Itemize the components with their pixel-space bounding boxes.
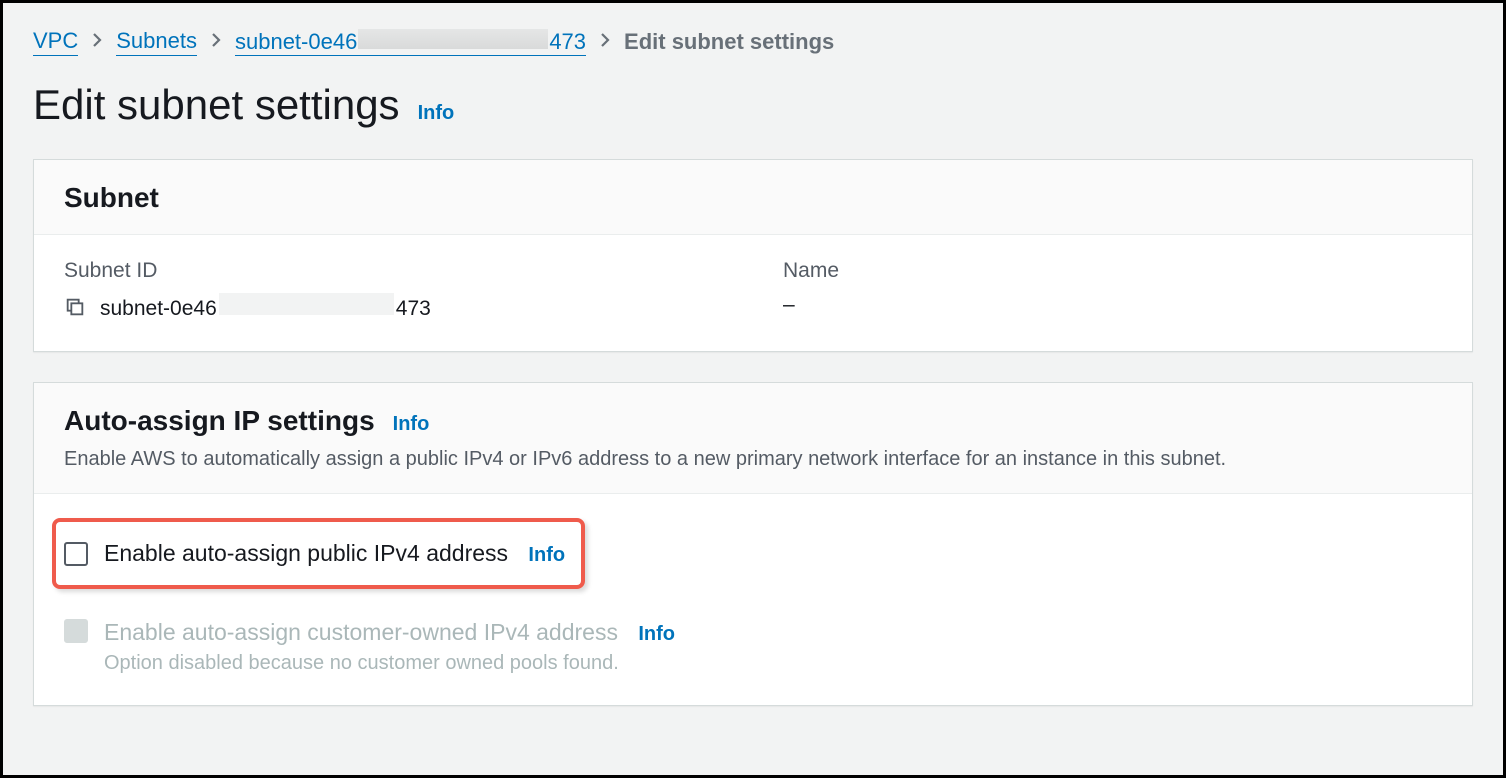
breadcrumb-vpc-link[interactable]: VPC	[33, 28, 78, 56]
subnet-panel-body: Subnet ID subnet-0e46 473	[34, 235, 1472, 351]
customer-owned-ipv4-row: Enable auto-assign customer-owned IPv4 a…	[64, 619, 1442, 675]
page-title-row: Edit subnet settings Info	[33, 81, 1473, 129]
chevron-right-icon	[92, 32, 102, 53]
subnet-id-field: Subnet ID subnet-0e46 473	[64, 259, 723, 321]
ip-settings-panel-body: Enable auto-assign public IPv4 address I…	[34, 494, 1472, 705]
chevron-right-icon	[600, 32, 610, 53]
enable-customer-ipv4-info-link[interactable]: Info	[638, 623, 675, 645]
subnet-id-suffix: 473	[396, 297, 431, 321]
subnet-panel-header: Subnet	[34, 160, 1472, 235]
enable-customer-ipv4-label: Enable auto-assign customer-owned IPv4 a…	[104, 619, 618, 645]
enable-public-ipv4-info-link[interactable]: Info	[528, 544, 565, 566]
breadcrumb-subnets-link[interactable]: Subnets	[116, 28, 197, 56]
redacted-text	[219, 293, 394, 315]
enable-customer-ipv4-note: Option disabled because no customer owne…	[104, 652, 675, 675]
ip-settings-title: Auto-assign IP settings	[64, 405, 375, 437]
enable-public-ipv4-label-text: Enable auto-assign public IPv4 address	[104, 540, 508, 566]
subnet-panel-title: Subnet	[64, 182, 159, 213]
subnet-panel: Subnet Subnet ID subnet-0e46 473	[33, 159, 1473, 352]
enable-public-ipv4-label: Enable auto-assign public IPv4 address I…	[104, 540, 565, 567]
chevron-right-icon	[211, 32, 221, 53]
subnet-name-label: Name	[783, 259, 1442, 283]
subnet-name-value: –	[783, 293, 1442, 317]
enable-public-ipv4-checkbox[interactable]	[64, 542, 88, 566]
subnet-id-value: subnet-0e46 473	[100, 293, 431, 321]
page-title: Edit subnet settings	[33, 81, 400, 129]
breadcrumb-subnet-prefix: subnet-0e46	[235, 29, 357, 55]
breadcrumb-current: Edit subnet settings	[624, 29, 834, 55]
highlighted-option: Enable auto-assign public IPv4 address I…	[52, 518, 585, 589]
breadcrumb-subnet-suffix: 473	[549, 29, 586, 55]
ip-settings-panel: Auto-assign IP settings Info Enable AWS …	[33, 382, 1473, 706]
breadcrumb: VPC Subnets subnet-0e46 473 Edit subnet …	[33, 23, 1473, 56]
subnet-id-label: Subnet ID	[64, 259, 723, 283]
copy-icon[interactable]	[64, 296, 86, 318]
ip-settings-info-link[interactable]: Info	[393, 413, 430, 436]
redacted-text	[358, 29, 548, 49]
enable-customer-ipv4-checkbox	[64, 619, 88, 643]
page-info-link[interactable]: Info	[418, 102, 455, 125]
breadcrumb-subnet-id-link[interactable]: subnet-0e46 473	[235, 29, 586, 56]
ip-settings-panel-header: Auto-assign IP settings Info Enable AWS …	[34, 383, 1472, 494]
ip-settings-description: Enable AWS to automatically assign a pub…	[64, 445, 1442, 473]
subnet-name-field: Name –	[783, 259, 1442, 321]
subnet-id-prefix: subnet-0e46	[100, 297, 217, 321]
